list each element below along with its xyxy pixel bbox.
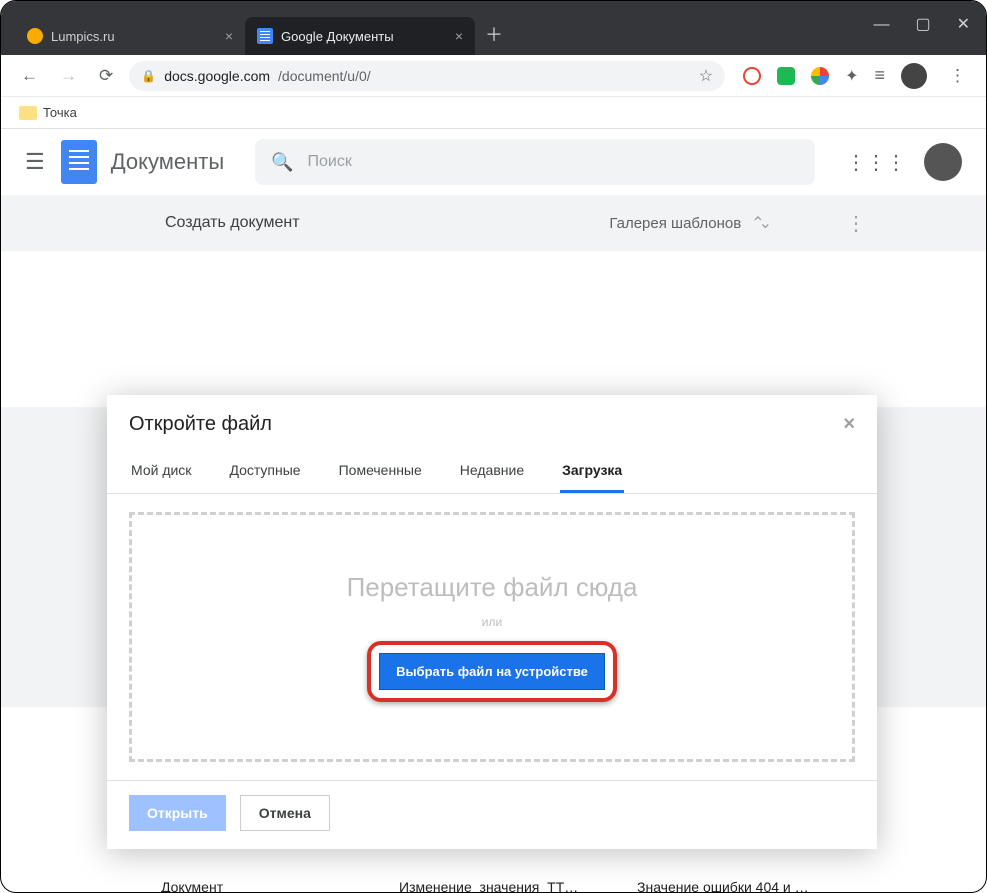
gallery-label: Галерея шаблонов	[609, 215, 741, 232]
extension-music-icon[interactable]	[777, 67, 795, 85]
app-title: Документы	[111, 149, 224, 175]
document-name: Изменение_значения_TT…	[399, 879, 613, 893]
document-name: Значение ошибки 404 и …	[637, 879, 851, 893]
lock-icon: 🔒	[141, 69, 156, 83]
browser-tab-docs[interactable]: Google Документы ×	[245, 17, 475, 55]
close-tab-icon[interactable]: ×	[455, 28, 463, 44]
expand-icon: ⌃⌄	[751, 213, 766, 233]
create-document-label: Создать документ	[165, 214, 300, 232]
select-file-button[interactable]: Выбрать файл на устройстве	[379, 653, 605, 690]
dialog-close-icon[interactable]: ×	[843, 413, 855, 436]
account-avatar[interactable]	[924, 143, 962, 181]
template-gallery-button[interactable]: Галерея шаблонов ⌃⌄	[609, 213, 766, 233]
tab-recent[interactable]: Недавние	[458, 452, 526, 493]
open-button[interactable]: Открыть	[129, 795, 226, 831]
favicon-docs	[257, 28, 273, 44]
dropzone-or: или	[482, 615, 502, 629]
forward-icon: →	[54, 62, 83, 90]
bookmark-folder[interactable]: Точка	[19, 105, 77, 120]
docs-logo-icon[interactable]	[61, 140, 97, 184]
more-options-icon[interactable]: ⋮	[846, 211, 866, 236]
tab-starred[interactable]: Помеченные	[337, 452, 424, 493]
browser-tabstrip: Lumpics.ru × Google Документы × ＋ — ▢ ✕	[1, 1, 986, 55]
dropzone[interactable]: Перетащите файл сюда или Выбрать файл на…	[129, 512, 855, 762]
address-row: ← → ⟳ 🔒 docs.google.com/document/u/0/ ☆ …	[1, 55, 986, 97]
apps-grid-icon[interactable]: ⋮⋮⋮	[846, 150, 906, 175]
kebab-menu-icon[interactable]: ⋮	[943, 62, 972, 90]
document-card[interactable]: Документ Изменен 18:27 ⋮	[161, 879, 375, 893]
document-card[interactable]: Значение ошибки 404 и … 👥 3 авг. 2020 г.…	[637, 879, 851, 893]
extension-globe-icon[interactable]	[811, 67, 829, 85]
open-file-dialog: Откройте файл × Мой диск Доступные Помеч…	[107, 395, 877, 849]
back-icon[interactable]: ←	[15, 62, 44, 90]
tab-my-drive[interactable]: Мой диск	[129, 452, 193, 493]
cancel-button[interactable]: Отмена	[240, 795, 330, 831]
tab-title: Lumpics.ru	[51, 29, 115, 44]
dialog-title: Откройте файл	[129, 413, 272, 436]
menu-icon[interactable]: ☰	[25, 149, 45, 175]
app-header: ☰ Документы 🔍 Поиск ⋮⋮⋮	[1, 129, 986, 195]
search-icon: 🔍	[271, 152, 293, 173]
profile-avatar[interactable]	[901, 63, 927, 89]
extension-opera-icon[interactable]	[743, 67, 761, 85]
maximize-icon[interactable]: ▢	[915, 17, 930, 33]
bookmark-star-icon[interactable]: ☆	[699, 66, 713, 86]
close-tab-icon[interactable]: ×	[225, 28, 233, 44]
bookmarks-bar: Точка	[1, 97, 986, 129]
minimize-icon[interactable]: —	[873, 17, 889, 33]
tab-title: Google Документы	[281, 29, 394, 44]
search-placeholder: Поиск	[307, 153, 351, 171]
folder-icon	[19, 106, 37, 120]
search-input[interactable]: 🔍 Поиск	[255, 139, 815, 185]
url-path: /document/u/0/	[278, 68, 371, 84]
browser-tab-lumpics[interactable]: Lumpics.ru ×	[15, 17, 245, 55]
favicon-lumpics	[27, 28, 43, 44]
templates-bar: Создать документ Галерея шаблонов ⌃⌄ ⋮	[1, 195, 986, 251]
tab-upload[interactable]: Загрузка	[560, 452, 624, 493]
extensions-icon[interactable]: ✦	[845, 66, 858, 86]
reload-icon[interactable]: ⟳	[93, 62, 119, 90]
address-bar[interactable]: 🔒 docs.google.com/document/u/0/ ☆	[129, 61, 725, 91]
highlight-annotation: Выбрать файл на устройстве	[367, 641, 617, 702]
document-name: Документ	[161, 879, 375, 893]
bookmark-label: Точка	[43, 105, 77, 120]
close-window-icon[interactable]: ✕	[957, 17, 970, 33]
tab-shared[interactable]: Доступные	[227, 452, 302, 493]
url-host: docs.google.com	[164, 68, 270, 84]
document-card[interactable]: Изменение_значения_TT… Изменен 4 авг. 20…	[399, 879, 613, 893]
reading-list-icon[interactable]: ≡	[874, 65, 885, 86]
dropzone-text: Перетащите файл сюда	[347, 572, 638, 603]
new-tab-button[interactable]: ＋	[475, 21, 513, 47]
